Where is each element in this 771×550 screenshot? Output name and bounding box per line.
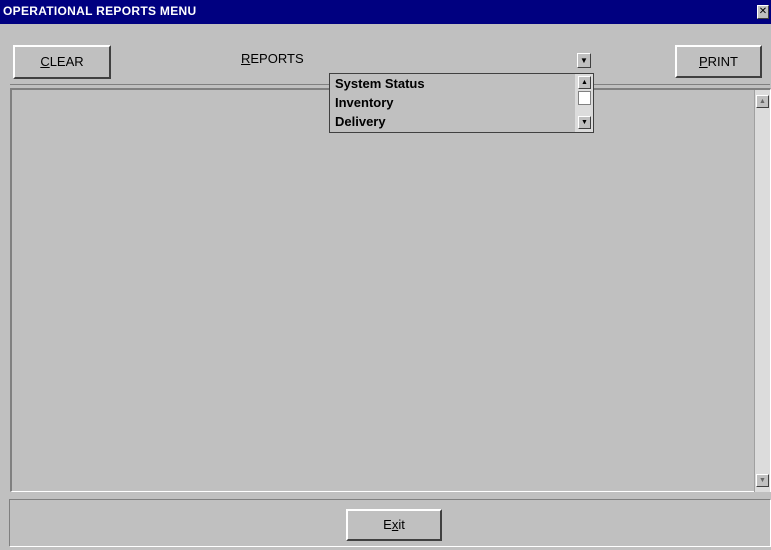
reports-label: REPORTS <box>241 51 304 66</box>
reports-dropdown-list[interactable]: System Status Inventory Delivery ▲ ▼ <box>329 73 594 133</box>
dropdown-item-system-status[interactable]: System Status <box>335 76 425 91</box>
reports-dropdown-arrow-icon[interactable]: ▼ <box>577 53 591 68</box>
report-content-panel: ▲ ▼ <box>10 88 771 492</box>
exit-button[interactable]: Exit <box>346 509 442 541</box>
dropdown-scroll-up-icon[interactable]: ▲ <box>578 76 591 89</box>
dropdown-item-delivery[interactable]: Delivery <box>335 114 386 129</box>
dropdown-item-inventory[interactable]: Inventory <box>335 95 394 110</box>
close-icon[interactable]: ✕ <box>757 5 769 19</box>
reports-label-text: EPORTS <box>250 51 304 66</box>
title-bar: OPERATIONAL REPORTS MENU ✕ <box>0 0 771 24</box>
dropdown-scrollbar[interactable]: ▲ ▼ <box>575 74 593 132</box>
print-label: RINT <box>707 54 738 69</box>
operational-reports-window: OPERATIONAL REPORTS MENU ✕ CLEAR REPORTS… <box>0 0 771 550</box>
print-mnemonic: P <box>698 54 708 69</box>
exit-label-start: E <box>383 517 392 532</box>
window-title: OPERATIONAL REPORTS MENU <box>3 4 197 18</box>
exit-label-end: it <box>398 517 405 532</box>
scroll-down-icon[interactable]: ▼ <box>756 474 769 487</box>
clear-button[interactable]: CLEAR <box>13 45 111 79</box>
reports-mnemonic: R <box>241 51 251 66</box>
print-button[interactable]: PRINT <box>675 45 762 78</box>
dropdown-scroll-down-icon[interactable]: ▼ <box>578 116 591 129</box>
clear-label: LEAR <box>49 54 84 69</box>
dropdown-scroll-thumb[interactable] <box>578 91 591 105</box>
scroll-up-icon[interactable]: ▲ <box>756 95 769 108</box>
content-scrollbar[interactable]: ▲ ▼ <box>754 90 770 492</box>
clear-mnemonic: C <box>40 54 50 69</box>
